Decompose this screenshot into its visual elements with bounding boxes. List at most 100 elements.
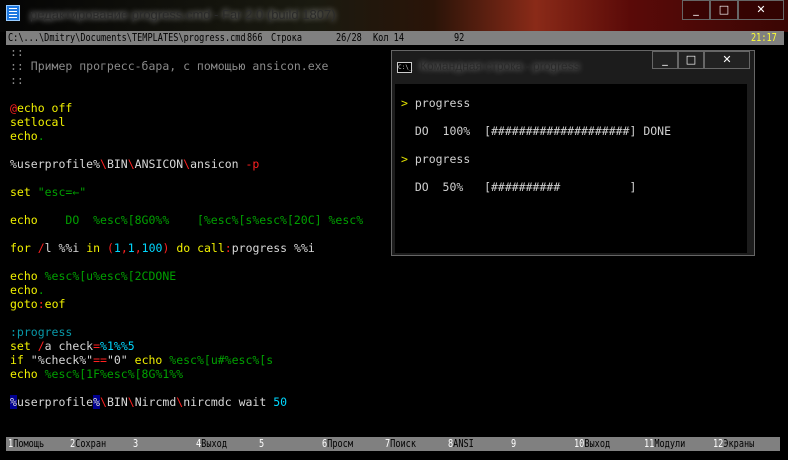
fkey-label: Модули bbox=[654, 437, 686, 450]
code-token: . bbox=[37, 129, 45, 143]
code-token: echo bbox=[10, 367, 45, 381]
fkey-label: Сохран bbox=[75, 437, 107, 450]
console-line: > progress bbox=[401, 152, 747, 166]
code-token: do call bbox=[169, 241, 225, 255]
far-app-icon bbox=[6, 5, 20, 21]
maximize-button[interactable]: □ bbox=[710, 0, 738, 20]
code-token: . bbox=[37, 283, 45, 297]
fkey-number: 11 bbox=[644, 437, 655, 450]
console-line: DO 50% [########## ] bbox=[401, 180, 747, 194]
code-line: if "%check%"=="0" echo %esc%[u#%esc%[s bbox=[10, 353, 784, 367]
line-label: Строка bbox=[271, 31, 303, 44]
code-token: set bbox=[10, 339, 38, 353]
fkey-7[interactable]: 7Поиск bbox=[385, 437, 416, 451]
prompt-symbol: > bbox=[401, 96, 415, 110]
code-token: "%check%" bbox=[30, 353, 94, 367]
fkey-4[interactable]: 4Выход bbox=[196, 437, 227, 451]
code-token: setlocal bbox=[10, 115, 66, 129]
code-token: \ bbox=[100, 395, 107, 409]
function-key-bar: 1Помощь 2Сохран 3 4Выход 5 6Просм 7Поиск 8ANSI 9… bbox=[6, 437, 780, 451]
code-token: nircmdc wait bbox=[183, 395, 274, 409]
code-token: %%i bbox=[58, 241, 87, 255]
fkey-9[interactable]: 9 bbox=[511, 437, 516, 451]
code-token: :: Пример прогресс-бара, с помощью ansic… bbox=[10, 59, 329, 73]
fkey-number: 10 bbox=[574, 437, 585, 450]
fkey-label: Поиск bbox=[390, 437, 417, 450]
code-token: \ bbox=[127, 395, 135, 409]
code-token: echo bbox=[10, 269, 45, 283]
code-token: %esc%[1F%esc%[8G%1%% bbox=[44, 367, 184, 381]
code-token: 1 bbox=[127, 241, 135, 255]
code-token: for bbox=[10, 241, 38, 255]
console-text: progress bbox=[414, 96, 471, 110]
code-token: BIN bbox=[106, 395, 128, 409]
code-token: = bbox=[93, 339, 101, 353]
code-token: ANSICON bbox=[134, 157, 184, 171]
code-token: %1%%5 bbox=[100, 339, 135, 353]
code-token: in bbox=[86, 241, 107, 255]
close-button[interactable]: ✕ bbox=[738, 0, 784, 20]
code-line: echo. bbox=[10, 283, 784, 297]
code-token: : bbox=[224, 241, 232, 255]
fkey-number: 9 bbox=[511, 437, 517, 450]
fkey-8[interactable]: 8ANSI bbox=[448, 437, 474, 451]
code-token: eof bbox=[44, 297, 66, 311]
fkey-1[interactable]: 1Помощь bbox=[8, 437, 44, 451]
code-token: :: bbox=[10, 45, 24, 59]
column: Кол 14 bbox=[373, 31, 405, 44]
fkey-label: Просм bbox=[327, 437, 354, 450]
code-line: echo %esc%[u%esc%[2CDONE bbox=[10, 269, 784, 283]
console-line: DO 100% [####################] DONE bbox=[401, 124, 747, 138]
console-window: C:\_ Командная строка - progress _ □ ✕ >… bbox=[391, 50, 755, 256]
code-token: set bbox=[10, 185, 38, 199]
fkey-number: 3 bbox=[133, 437, 139, 450]
code-line: goto:eof bbox=[10, 297, 784, 311]
code-token: l bbox=[44, 241, 59, 255]
fkey-6[interactable]: 6Просм bbox=[322, 437, 353, 451]
fkey-2[interactable]: 2Сохран bbox=[70, 437, 106, 451]
code-token: echo bbox=[10, 129, 38, 143]
console-text: DO 100% [####################] DONE bbox=[401, 124, 672, 138]
code-line: :progress bbox=[10, 325, 784, 339]
fkey-label: Выход bbox=[201, 437, 228, 450]
console-close-button[interactable]: ✕ bbox=[704, 51, 750, 69]
code-token: \ bbox=[100, 157, 107, 171]
code-token: echo bbox=[127, 353, 170, 367]
code-token: ( bbox=[106, 241, 114, 255]
console-text: progress bbox=[414, 152, 471, 166]
code-token: % bbox=[10, 395, 17, 409]
code-token: 100 bbox=[141, 241, 163, 255]
prompt-symbol: > bbox=[401, 152, 415, 166]
code-token: userprofile bbox=[16, 395, 94, 409]
code-token: if bbox=[10, 353, 31, 367]
editor-status-bar: C:\...\Dmitry\Documents\TEMPLATES\progre… bbox=[6, 31, 784, 45]
code-token: goto bbox=[10, 297, 38, 311]
console-minimize-button[interactable]: _ bbox=[652, 51, 678, 69]
fkey-label: Выход bbox=[584, 437, 611, 450]
code-token: DO %esc%[8G0%% [%esc%[s%esc%[20C] %esc% bbox=[37, 213, 364, 227]
console-line: > progress bbox=[401, 96, 747, 110]
code-token: , bbox=[134, 241, 142, 255]
fkey-10[interactable]: 10Выход bbox=[574, 437, 610, 451]
console-maximize-button[interactable]: □ bbox=[678, 51, 704, 69]
cmd-icon: C:\_ bbox=[397, 62, 413, 73]
code-token: BIN bbox=[106, 157, 128, 171]
minimize-button[interactable]: _ bbox=[682, 0, 710, 20]
window-title: редактирование progress.cmd - Far 2.0 (b… bbox=[30, 7, 336, 22]
fkey-12[interactable]: 12Экраны bbox=[713, 437, 754, 451]
codepage: 866 bbox=[247, 31, 263, 44]
code-token: % bbox=[93, 395, 101, 409]
fkey-5[interactable]: 5 bbox=[259, 437, 264, 451]
fkey-11[interactable]: 11Модули bbox=[644, 437, 685, 451]
code-token: \ bbox=[127, 157, 135, 171]
fkey-3[interactable]: 3 bbox=[133, 437, 138, 451]
code-token: echo bbox=[10, 283, 38, 297]
code-token: / bbox=[37, 241, 45, 255]
console-output: > progress DO 100% [####################… bbox=[395, 84, 747, 253]
code-line: set /a check=%1%%5 bbox=[10, 339, 784, 353]
char-code: 92 bbox=[454, 31, 465, 44]
code-token: :progress bbox=[10, 325, 73, 339]
code-token: %esc%[u%esc%[2CDONE bbox=[44, 269, 177, 283]
code-token: / bbox=[37, 339, 45, 353]
